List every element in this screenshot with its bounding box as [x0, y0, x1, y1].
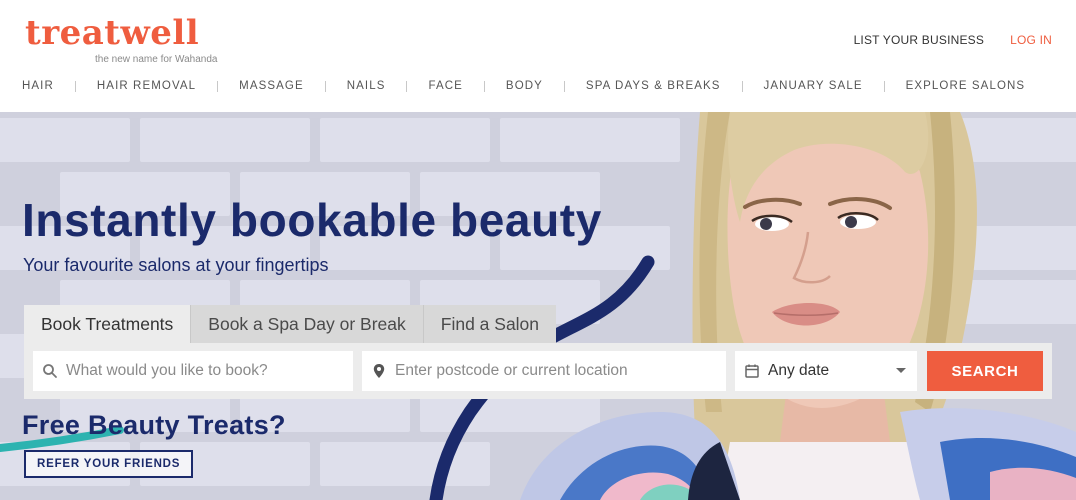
tab-book-treatments[interactable]: Book Treatments: [24, 305, 191, 343]
tab-book-spa-day-or-break[interactable]: Book a Spa Day or Break: [190, 305, 423, 343]
search-icon: [43, 364, 57, 378]
hero-banner: Instantly bookable beauty Your favourite…: [0, 112, 1076, 500]
date-select-value: Any date: [768, 362, 830, 379]
nav-item-nails[interactable]: NAILS: [347, 80, 386, 92]
nav-item-hair-removal[interactable]: HAIR REMOVAL: [97, 80, 196, 92]
site-header: treatwell the new name for Wahanda LIST …: [0, 0, 1076, 112]
location-input[interactable]: [395, 362, 726, 380]
nav-divider: [883, 80, 885, 92]
nav-divider: [483, 80, 485, 92]
tab-find-a-salon[interactable]: Find a Salon: [422, 305, 557, 343]
search-button[interactable]: SEARCH: [927, 351, 1043, 391]
refer-friends-button[interactable]: REFER YOUR FRIENDS: [24, 450, 194, 478]
nav-item-massage[interactable]: MASSAGE: [239, 80, 304, 92]
date-select[interactable]: Any date: [735, 351, 917, 391]
treatment-field[interactable]: [33, 351, 353, 391]
nav-item-january-sale[interactable]: JANUARY SALE: [764, 80, 863, 92]
nav-divider: [563, 80, 565, 92]
calendar-icon: [745, 364, 759, 378]
nav-item-hair[interactable]: HAIR: [22, 80, 54, 92]
chevron-down-icon: [896, 368, 906, 373]
nav-divider: [741, 80, 743, 92]
nav-item-face[interactable]: FACE: [428, 80, 462, 92]
login-link[interactable]: LOG IN: [1010, 33, 1052, 47]
promo-title: Free Beauty Treats?: [22, 410, 286, 440]
main-nav: HAIR HAIR REMOVAL MASSAGE NAILS FACE BOD…: [22, 80, 1025, 92]
treatment-search-input[interactable]: [66, 362, 353, 380]
top-links: LIST YOUR BUSINESS LOG IN: [854, 33, 1052, 47]
location-field[interactable]: [362, 351, 726, 391]
map-pin-icon: [373, 364, 385, 378]
nav-divider: [406, 80, 408, 92]
search-bar: Any date SEARCH: [24, 343, 1052, 399]
hero-subtitle: Your favourite salons at your fingertips: [23, 255, 329, 275]
nav-divider: [217, 80, 219, 92]
logo-tagline: the new name for Wahanda: [95, 54, 218, 65]
nav-item-spa-days-breaks[interactable]: SPA DAYS & BREAKS: [586, 80, 721, 92]
treatwell-logo[interactable]: treatwell the new name for Wahanda: [25, 14, 217, 65]
search-tabs: Book Treatments Book a Spa Day or Break …: [24, 305, 557, 343]
list-your-business-link[interactable]: LIST YOUR BUSINESS: [854, 33, 985, 47]
nav-divider: [74, 80, 76, 92]
hero-title: Instantly bookable beauty: [22, 194, 602, 246]
nav-divider: [324, 80, 326, 92]
logo-wordmark[interactable]: treatwell: [25, 14, 199, 52]
nav-item-explore-salons[interactable]: EXPLORE SALONS: [906, 80, 1026, 92]
nav-item-body[interactable]: BODY: [506, 80, 543, 92]
